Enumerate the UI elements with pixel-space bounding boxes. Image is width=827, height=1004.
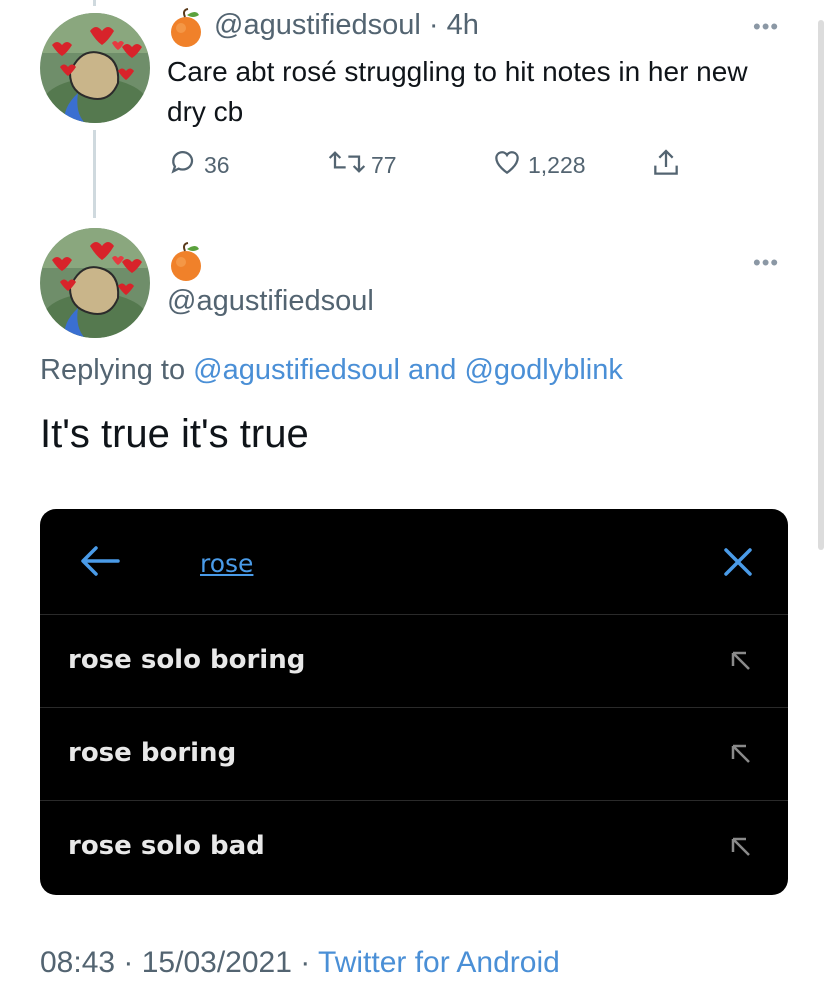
share-button[interactable] [650, 146, 686, 186]
suggestion-row: rose boring [40, 707, 788, 801]
search-bar: rose [40, 509, 788, 614]
like-button[interactable]: 1,228 [490, 146, 586, 184]
retweet-count: 77 [371, 151, 397, 178]
peach-emoji [168, 242, 204, 287]
close-icon [723, 547, 753, 582]
suggestion-label: rose solo bad [68, 831, 265, 861]
like-count: 1,228 [528, 151, 586, 178]
suggestion-row: rose solo bad [40, 800, 788, 894]
replying-to: Replying to @agustifiedsoul and @godlybl… [40, 354, 623, 387]
more-options-icon[interactable]: ••• [753, 250, 779, 276]
search-query: rose [200, 549, 254, 578]
suggestion-row: rose solo boring [40, 614, 788, 708]
tweet-footer: 08:43 · 15/03/2021 · Twitter for Android [40, 946, 560, 979]
tweet-handle[interactable]: @agustifiedsoul · 4h [214, 9, 479, 42]
share-icon [650, 146, 686, 186]
tweet-handle[interactable]: @agustifiedsoul [167, 285, 374, 318]
more-options-icon[interactable]: ••• [753, 14, 779, 40]
scrollbar[interactable] [818, 20, 824, 550]
peach-emoji [168, 8, 204, 53]
mention-link[interactable]: @agustifiedsoul [193, 354, 400, 386]
footer-date: 15/03/2021 [141, 946, 292, 979]
suggestion-label: rose boring [68, 738, 237, 768]
avatar[interactable] [40, 13, 150, 123]
mention-link[interactable]: @godlyblink [464, 354, 622, 386]
arrow-up-left-icon [729, 649, 753, 678]
attached-image[interactable]: rose rose solo boring rose boring rose s… [40, 509, 788, 895]
tweet-text: It's true it's true [40, 412, 309, 456]
tweet-time: 4h [446, 9, 479, 41]
tweet-text: Care abt rosé struggling to hit notes in… [167, 56, 748, 127]
replying-and: and [399, 354, 465, 386]
retweet-icon [327, 146, 371, 184]
reply-button[interactable]: 36 [168, 146, 230, 184]
reply-icon [168, 146, 204, 184]
avatar[interactable] [40, 228, 150, 338]
source-link[interactable]: Twitter for Android [318, 946, 560, 979]
reply-count: 36 [204, 151, 230, 178]
retweet-button[interactable]: 77 [327, 146, 397, 184]
footer-time: 08:43 [40, 946, 116, 979]
arrow-up-left-icon [729, 742, 753, 771]
tweet-actions: 36 77 1,228 [0, 146, 827, 190]
arrow-up-left-icon [729, 835, 753, 864]
suggestion-label: rose solo boring [68, 645, 306, 675]
back-arrow-icon [78, 543, 122, 584]
heart-icon [490, 146, 528, 184]
replying-prefix: Replying to [40, 354, 194, 386]
thread-line-top [93, 0, 96, 6]
